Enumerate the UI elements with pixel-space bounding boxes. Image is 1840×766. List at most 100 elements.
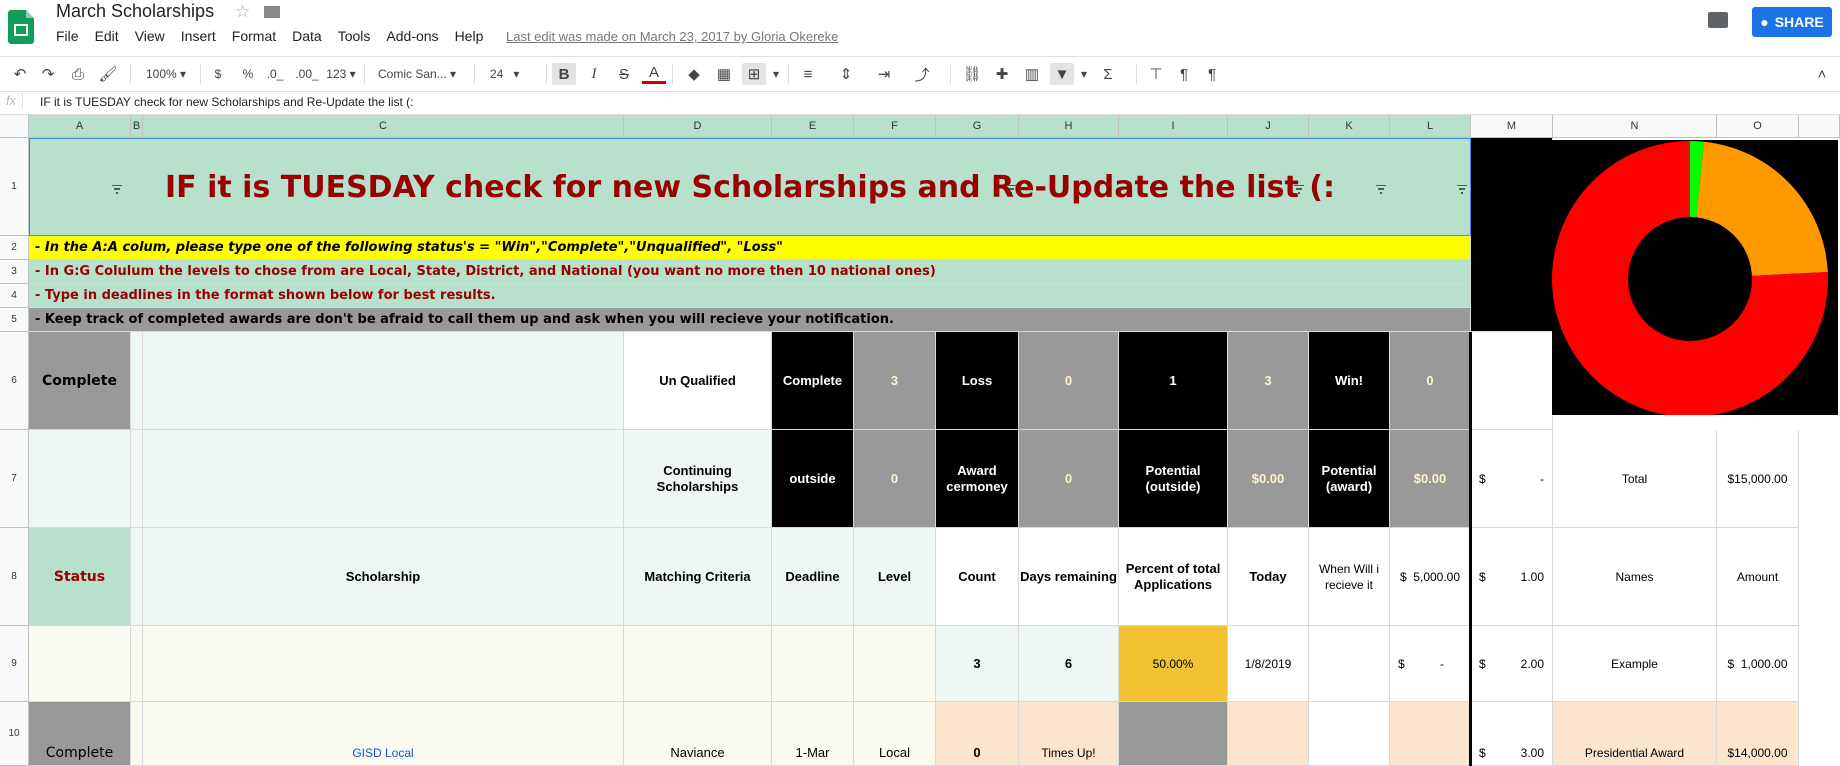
align-vertical-icon[interactable]: ⇕ [834,63,858,85]
cell-o10[interactable]: $14,000.00 [1717,702,1799,766]
column-header-e[interactable]: E [772,115,854,138]
cell-i7[interactable]: Potential (outside) [1119,430,1228,528]
cell-a7[interactable] [29,430,131,528]
cell-e6[interactable]: Complete [772,332,854,430]
menu-insert[interactable]: Insert [181,28,216,44]
note-deadlines[interactable]: - Type in deadlines in the format shown … [29,284,1471,308]
cell-d8[interactable]: Matching Criteria [624,528,772,626]
column-header-g[interactable]: G [936,115,1019,138]
cell-f10[interactable]: Local [854,702,936,766]
filter-icon-l[interactable] [1457,185,1467,194]
link-icon[interactable]: ⛓ [960,63,984,85]
banner-cell[interactable]: IF it is TUESDAY check for new Scholarsh… [29,138,1471,236]
zoom-select[interactable]: 100% ▾ [140,63,192,85]
cell-m7[interactable]: $ - [1471,430,1553,528]
fill-color-icon[interactable]: ◆ [682,63,706,85]
cell-d10[interactable]: Naviance [624,702,772,766]
freeze-icon[interactable]: ⊤ [1144,63,1168,85]
cell-l6[interactable]: 0 [1390,332,1471,430]
note-levels[interactable]: - In G:G Colulum the levels to chose fro… [29,260,1471,284]
cell-i10[interactable] [1119,702,1228,766]
row-header-5[interactable]: 5 [0,308,29,332]
column-header-o[interactable]: O [1717,115,1799,138]
cell-e7[interactable]: outside [772,430,854,528]
cell-o8[interactable]: Amount [1717,528,1799,626]
cell-f9[interactable] [854,626,936,702]
cell-e10[interactable]: 1-Mar [772,702,854,766]
cell-b8[interactable] [131,528,143,626]
cell-c7[interactable] [143,430,624,528]
cell-l8[interactable]: $ 5,000.00 [1390,528,1471,626]
cell-m6[interactable] [1471,332,1553,430]
cell-n7[interactable]: Total [1553,430,1717,528]
cell-m1-m5[interactable] [1471,138,1553,332]
cell-h7[interactable]: 0 [1019,430,1119,528]
cell-g8[interactable]: Count [936,528,1019,626]
ltr-icon[interactable]: ¶ [1172,63,1196,85]
column-header-n[interactable]: N [1553,115,1717,138]
paint-format-icon[interactable]: 🖌 [96,63,120,85]
column-header-h[interactable]: H [1019,115,1119,138]
cell-k7[interactable]: Potential (award) [1309,430,1390,528]
frozen-divider[interactable] [1469,332,1472,766]
cell-f6[interactable]: 3 [854,332,936,430]
cell-a10[interactable]: Complete [29,702,131,766]
row-header-1[interactable]: 1 [0,138,29,236]
cell-a9[interactable] [29,626,131,702]
cell-o7[interactable]: $15,000.00 [1717,430,1799,528]
column-header-l[interactable]: L [1390,115,1471,138]
cell-n10[interactable]: Presidential Award [1553,702,1717,766]
filter-dropdown-icon[interactable]: ▾ [1078,63,1090,85]
column-header-m[interactable]: M [1471,115,1553,138]
menu-addons[interactable]: Add-ons [386,28,438,44]
more-formats-select[interactable]: 123 ▾ [324,63,358,85]
cell-f7[interactable]: 0 [854,430,936,528]
text-wrap-icon[interactable]: ⇥ [872,63,896,85]
cell-j8[interactable]: Today [1228,528,1309,626]
cell-l10[interactable] [1390,702,1471,766]
cell-h9[interactable]: 6 [1019,626,1119,702]
cell-b7[interactable] [131,430,143,528]
cell-d9[interactable] [624,626,772,702]
functions-icon[interactable]: Σ [1096,63,1120,85]
cell-d6[interactable]: Un Qualified [624,332,772,430]
menu-view[interactable]: View [135,28,165,44]
font-select[interactable]: Comic San... ▾ [378,63,462,85]
cell-j10[interactable] [1228,702,1309,766]
filter-icon-a[interactable] [112,185,122,194]
column-header-c[interactable]: C [143,115,624,138]
text-color-button[interactable]: A [642,63,666,84]
note-status[interactable]: - In the A:A colum, please type one of t… [29,236,1471,260]
decrease-decimal-button[interactable]: .0_ [264,63,286,85]
row-header-9[interactable]: 9 [0,626,29,702]
row-header-8[interactable]: 8 [0,528,29,626]
cell-h6[interactable]: 0 [1019,332,1119,430]
row-header-6[interactable]: 6 [0,332,29,430]
cell-m8[interactable]: $1.00 [1471,528,1553,626]
cell-c9[interactable] [143,626,624,702]
rtl-icon[interactable]: ¶ [1200,63,1224,85]
cell-g10[interactable]: 0 [936,702,1019,766]
cell-e8[interactable]: Deadline [772,528,854,626]
cell-e9[interactable] [772,626,854,702]
sheets-logo-icon[interactable] [8,10,34,44]
align-horizontal-icon[interactable]: ≡ [796,63,820,85]
column-header-i[interactable]: I [1119,115,1228,138]
merge-cells-icon[interactable]: ⊞ [742,63,766,85]
column-header-d[interactable]: D [624,115,772,138]
cell-a6[interactable]: Complete [29,332,131,430]
cell-m10[interactable]: $3.00 [1471,702,1553,766]
share-button[interactable]: ● SHARE [1752,7,1832,37]
column-header-p[interactable] [1799,115,1840,138]
print-icon[interactable]: ⎙ [66,63,90,85]
cell-k6[interactable]: Win! [1309,332,1390,430]
document-title[interactable]: March Scholarships [56,1,214,22]
cell-l7[interactable]: $0.00 [1390,430,1471,528]
cell-g7[interactable]: Award cermoney [936,430,1019,528]
cell-g6[interactable]: Loss [936,332,1019,430]
chart-icon[interactable]: ▥ [1020,63,1044,85]
cell-k10[interactable] [1309,702,1390,766]
row-header-7[interactable]: 7 [0,430,29,528]
cell-c10-link[interactable]: GISD Local [143,702,624,766]
select-all-corner[interactable] [0,115,29,138]
